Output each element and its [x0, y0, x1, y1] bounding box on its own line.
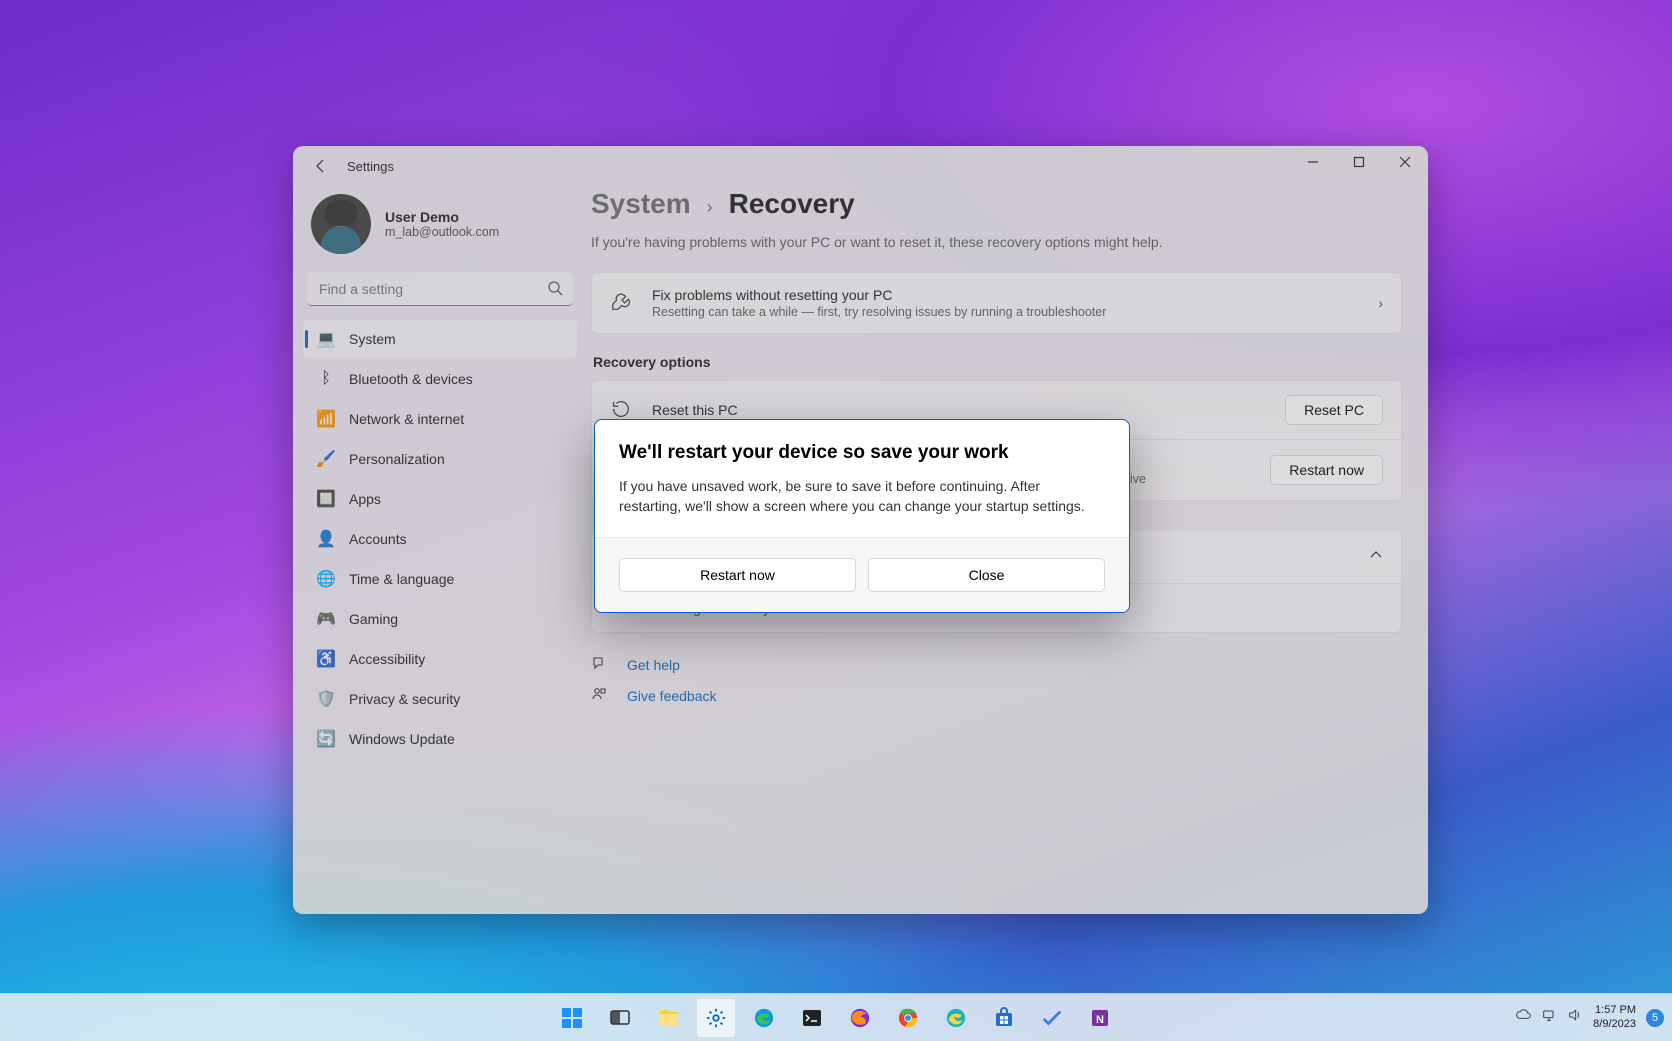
dialog-restart-button[interactable]: Restart now — [619, 558, 856, 592]
edge-canary-icon[interactable] — [936, 998, 976, 1038]
onenote-icon[interactable]: N — [1080, 998, 1120, 1038]
taskbar: N 1:57 PM 8/9/2023 5 — [0, 993, 1672, 1041]
explorer-icon[interactable] — [648, 998, 688, 1038]
clock-time: 1:57 PM — [1593, 1004, 1636, 1018]
settings-icon[interactable] — [696, 998, 736, 1038]
taskbar-center: N — [552, 998, 1120, 1038]
chrome-icon[interactable] — [888, 998, 928, 1038]
taskview-button[interactable] — [600, 998, 640, 1038]
dialog-text: If you have unsaved work, be sure to sav… — [619, 476, 1105, 517]
clock-date: 8/9/2023 — [1593, 1018, 1636, 1032]
svg-text:N: N — [1096, 1014, 1104, 1026]
onedrive-icon[interactable] — [1515, 1007, 1531, 1028]
clock[interactable]: 1:57 PM 8/9/2023 — [1593, 1004, 1636, 1032]
dialog-close-button[interactable]: Close — [868, 558, 1105, 592]
dialog-title: We'll restart your device so save your w… — [619, 442, 1105, 464]
taskbar-right: 1:57 PM 8/9/2023 5 — [1515, 1004, 1664, 1032]
todo-icon[interactable] — [1032, 998, 1072, 1038]
terminal-icon[interactable] — [792, 998, 832, 1038]
network-tray-icon[interactable] — [1541, 1007, 1557, 1028]
start-button[interactable] — [552, 998, 592, 1038]
firefox-icon[interactable] — [840, 998, 880, 1038]
store-icon[interactable] — [984, 998, 1024, 1038]
notification-badge[interactable]: 5 — [1646, 1009, 1664, 1027]
system-tray[interactable] — [1515, 1007, 1583, 1028]
restart-dialog: We'll restart your device so save your w… — [594, 419, 1130, 613]
volume-icon[interactable] — [1567, 1007, 1583, 1028]
edge-icon[interactable] — [744, 998, 784, 1038]
